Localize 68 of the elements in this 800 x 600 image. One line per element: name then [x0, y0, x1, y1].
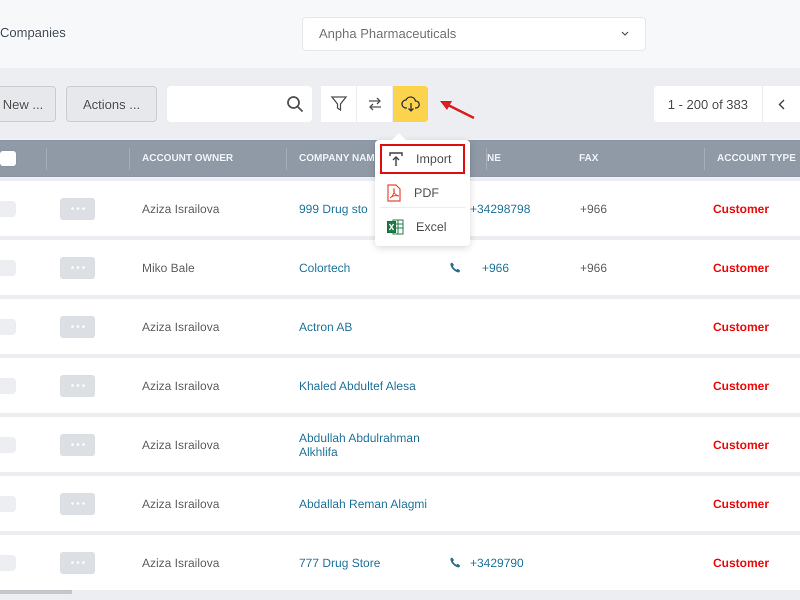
company-select[interactable]: Anpha Pharmaceuticals: [302, 16, 646, 50]
ellipsis-icon: [70, 325, 84, 328]
company-link[interactable]: Abdallah Reman Alagmi: [299, 496, 439, 510]
ellipsis-icon: [70, 266, 84, 269]
row-actions-button[interactable]: [60, 492, 95, 514]
download-button[interactable]: [393, 86, 430, 122]
cloud-download-icon: [400, 95, 421, 113]
fax-number: +966: [580, 202, 608, 216]
filter-icon: [330, 95, 348, 113]
company-link[interactable]: Khaled Abdultef Alesa: [299, 378, 439, 392]
chevron-down-icon: [621, 31, 629, 36]
column-header: FAX: [579, 153, 598, 164]
pdf-file-icon: [386, 184, 402, 202]
phone-link[interactable]: +34298798: [470, 202, 530, 216]
pdf-menu-item[interactable]: PDF: [380, 178, 465, 208]
account-type: Customer: [713, 438, 770, 452]
company-link[interactable]: Abdullah Abdulrahman Alkhlifa: [299, 430, 439, 458]
search-icon: [286, 95, 304, 113]
account-owner: Aziza Israilova: [142, 202, 220, 216]
row-actions-button[interactable]: [60, 256, 95, 278]
column-header: COMPANY NAM: [299, 153, 375, 164]
company-link[interactable]: 777 Drug Store: [299, 556, 439, 570]
pointer-arrow: [440, 100, 476, 120]
filter-button[interactable]: [321, 86, 358, 122]
account-type: Customer: [713, 260, 770, 274]
account-type: Customer: [713, 378, 770, 392]
row-actions-button[interactable]: [60, 374, 95, 396]
column-header: ACCOUNT OWNER: [142, 153, 234, 164]
actions-button[interactable]: Actions ...: [66, 86, 158, 122]
account-owner: Aziza Israilova: [142, 438, 220, 452]
account-owner: Aziza Israilova: [142, 378, 220, 392]
column-header: NE: [487, 153, 501, 164]
new-button[interactable]: New ...: [0, 86, 56, 122]
fax-number: +966: [580, 260, 608, 274]
company-link[interactable]: Actron AB: [299, 320, 439, 334]
account-owner: Aziza Israilova: [142, 320, 220, 334]
page-title: Companies: [0, 24, 67, 40]
account-type: Customer: [713, 496, 770, 510]
row-actions-button[interactable]: [60, 434, 95, 456]
scrollbar-thumb[interactable]: [0, 590, 72, 594]
swap-arrows-icon: [366, 96, 383, 112]
excel-file-icon: [386, 218, 404, 236]
chevron-left-icon: [778, 98, 785, 110]
import-menu-item[interactable]: Import: [380, 144, 465, 174]
upload-icon: [388, 151, 404, 167]
ellipsis-icon: [70, 502, 84, 505]
account-type: Customer: [713, 320, 770, 334]
row-actions-button[interactable]: [60, 552, 95, 574]
ellipsis-icon: [70, 443, 84, 446]
previous-page-button[interactable]: [763, 86, 800, 122]
account-type: Customer: [713, 202, 770, 216]
company-link[interactable]: Colortech: [299, 260, 439, 274]
row-actions-button[interactable]: [60, 316, 95, 338]
row-actions-button[interactable]: [60, 198, 95, 220]
account-type: Customer: [713, 556, 770, 570]
column-header: ACCOUNT TYPE: [717, 153, 796, 164]
ellipsis-icon: [70, 207, 84, 210]
search-field[interactable]: [167, 86, 312, 122]
account-owner: Aziza Israilova: [142, 556, 220, 570]
select-all-checkbox[interactable]: [0, 151, 16, 166]
pagination-range: 1 - 200 of 383: [654, 86, 763, 122]
ellipsis-icon: [70, 561, 84, 564]
account-owner: Aziza Israilova: [142, 496, 220, 510]
excel-menu-item[interactable]: Excel: [380, 212, 465, 242]
ellipsis-icon: [70, 384, 84, 387]
phone-link[interactable]: +966: [482, 260, 510, 274]
account-owner: Miko Bale: [142, 260, 195, 274]
phone-link[interactable]: +3429790: [470, 556, 524, 570]
